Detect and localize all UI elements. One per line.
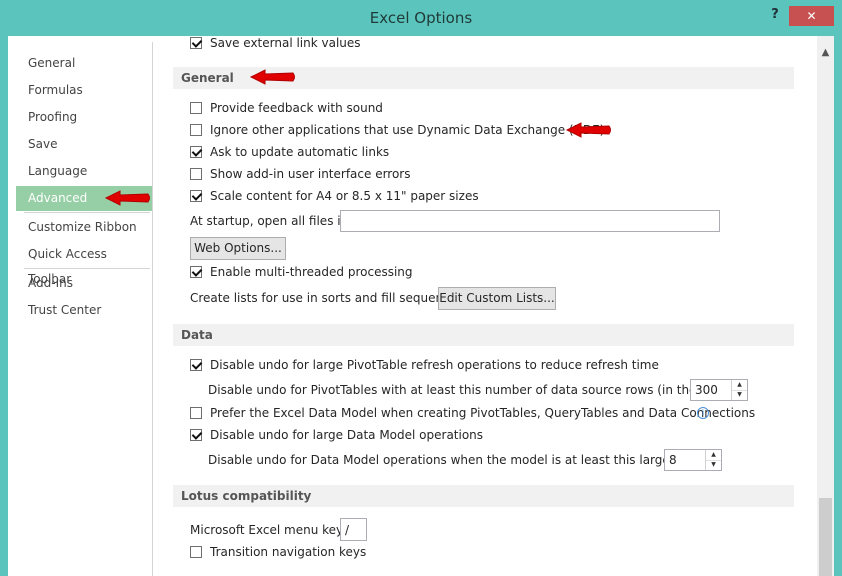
close-button[interactable]: ✕ — [789, 6, 834, 26]
checkbox-icon[interactable] — [190, 190, 202, 202]
advanced-options-panel: Save external link values General Provid… — [161, 36, 834, 576]
scale-content-label: Scale content for A4 or 8.5 x 11" paper … — [210, 189, 479, 203]
spin-arrows-icon: ▲ ▼ — [731, 380, 747, 400]
transition-keys-label: Transition navigation keys — [210, 545, 367, 559]
nav-item-trust-center[interactable]: Trust Center — [16, 298, 152, 323]
scroll-thumb[interactable] — [819, 498, 832, 576]
startup-folder-label: At startup, open all files in: — [190, 214, 353, 228]
spin-down-button[interactable]: ▼ — [732, 390, 747, 400]
spin-arrows-icon: ▲ ▼ — [705, 450, 721, 470]
red-arrow-icon — [104, 190, 150, 206]
checkbox-icon[interactable] — [190, 146, 202, 158]
section-header-lotus: Lotus compatibility — [173, 485, 794, 507]
menu-key-label: Microsoft Excel menu key: — [190, 523, 347, 537]
nav-item-general[interactable]: General — [16, 51, 152, 76]
red-arrow-icon — [249, 69, 295, 85]
nav-item-add-ins[interactable]: Add-Ins — [16, 271, 152, 296]
checkbox-icon[interactable] — [190, 359, 202, 371]
checkbox-icon[interactable] — [190, 266, 202, 278]
checkbox-icon[interactable] — [190, 407, 202, 419]
custom-lists-label: Create lists for use in sorts and fill s… — [190, 291, 468, 305]
nav-item-formulas[interactable]: Formulas — [16, 78, 152, 103]
info-icon[interactable]: i — [697, 407, 709, 419]
section-header-data: Data — [173, 324, 794, 346]
nav-item-language[interactable]: Language — [16, 159, 152, 184]
web-options-button[interactable]: Web Options... — [190, 237, 286, 260]
pivot-undo-label: Disable undo for large PivotTable refres… — [210, 358, 659, 372]
nav-divider — [24, 212, 150, 213]
model-size-value: 8 — [669, 453, 677, 467]
prefer-data-model-label: Prefer the Excel Data Model when creatin… — [210, 406, 756, 420]
scroll-up-icon[interactable]: ▲ — [817, 44, 834, 61]
window-title: Excel Options — [369, 9, 473, 27]
checkbox-icon[interactable] — [190, 546, 202, 558]
checkbox-icon[interactable] — [190, 102, 202, 114]
multithread-label: Enable multi-threaded processing — [210, 265, 413, 279]
feedback-sound-label: Provide feedback with sound — [210, 101, 383, 115]
menu-key-input[interactable] — [340, 518, 367, 541]
checkbox-icon[interactable] — [190, 168, 202, 180]
vertical-scrollbar[interactable]: ▲ — [817, 36, 834, 576]
nav-item-quick-access-toolbar[interactable]: Quick Access Toolbar — [16, 242, 152, 286]
pivot-rows-value: 300 — [695, 383, 718, 397]
nav-item-customize-ribbon[interactable]: Customize Ribbon — [16, 215, 152, 240]
nav-divider — [24, 268, 150, 269]
update-links-label: Ask to update automatic links — [210, 145, 390, 159]
checkbox-icon[interactable] — [190, 429, 202, 441]
model-undo-label: Disable undo for large Data Model operat… — [210, 428, 484, 442]
model-size-label: Disable undo for Data Model operations w… — [208, 453, 721, 467]
red-arrow-icon — [565, 122, 611, 138]
title-bar: Excel Options ? ✕ — [0, 0, 842, 36]
pivot-rows-stepper[interactable]: 300 ▲ ▼ — [690, 379, 748, 401]
checkbox-icon[interactable] — [190, 37, 202, 49]
model-size-stepper[interactable]: 8 ▲ ▼ — [664, 449, 722, 471]
addin-errors-label: Show add-in user interface errors — [210, 167, 411, 181]
edit-custom-lists-button[interactable]: Edit Custom Lists... — [438, 287, 556, 310]
nav-item-save[interactable]: Save — [16, 132, 152, 157]
options-nav: General Formulas Proofing Save Language … — [16, 42, 153, 576]
spin-down-button[interactable]: ▼ — [706, 460, 721, 470]
pivot-rows-label: Disable undo for PivotTables with at lea… — [208, 383, 748, 397]
save-external-links-label: Save external link values — [210, 36, 361, 50]
startup-folder-input[interactable] — [340, 210, 720, 232]
checkbox-icon[interactable] — [190, 124, 202, 136]
ignore-dde-label: Ignore other applications that use Dynam… — [210, 123, 605, 137]
dialog-body: General Formulas Proofing Save Language … — [8, 36, 834, 576]
nav-item-proofing[interactable]: Proofing — [16, 105, 152, 130]
help-button[interactable]: ? — [764, 4, 786, 26]
